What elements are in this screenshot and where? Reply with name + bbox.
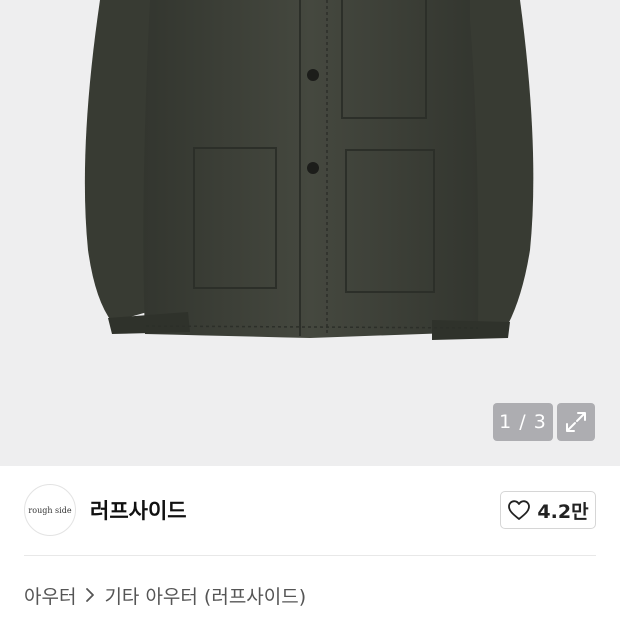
image-page-counter-text: 1 / 3 <box>499 411 547 433</box>
heart-icon <box>508 500 531 520</box>
expand-arrows-icon <box>566 412 586 432</box>
product-image-gallery[interactable]: 1 / 3 <box>0 0 620 466</box>
breadcrumb-item-outer[interactable]: 아우터 <box>24 582 76 609</box>
divider <box>24 555 596 556</box>
brand-name[interactable]: 러프사이드 <box>90 495 500 525</box>
like-button[interactable]: 4.2만 <box>500 491 596 529</box>
brand-row: rough side 러프사이드 4.2만 <box>24 482 596 538</box>
breadcrumb: 아우터 기타 아우터 (러프사이드) <box>24 580 306 610</box>
product-image[interactable] <box>0 0 620 466</box>
chevron-right-icon <box>84 587 96 603</box>
breadcrumb-item-other-outer[interactable]: 기타 아우터 (러프사이드) <box>104 582 306 609</box>
like-count: 4.2만 <box>537 500 589 523</box>
image-page-counter: 1 / 3 <box>493 403 553 441</box>
brand-logo-text: rough side <box>28 505 72 515</box>
expand-image-button[interactable] <box>557 403 595 441</box>
brand-logo[interactable]: rough side <box>24 484 76 536</box>
